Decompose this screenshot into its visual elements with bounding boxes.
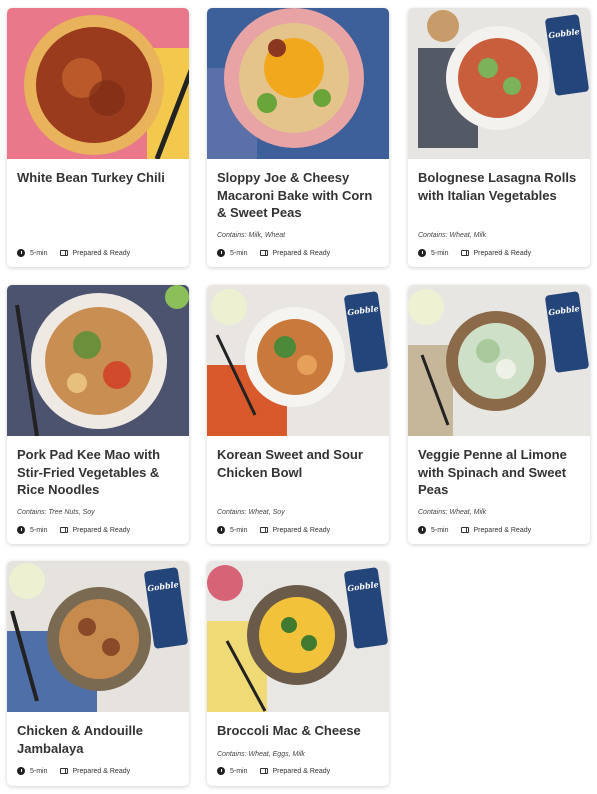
- meal-meta: 5-min Prepared & Ready: [217, 526, 330, 534]
- meal-card[interactable]: Gobble Veggie Penne al Limone with Spina…: [408, 285, 590, 544]
- clock-icon: [217, 249, 225, 257]
- meal-meta: 5-min Prepared & Ready: [217, 249, 330, 257]
- meal-card[interactable]: Pork Pad Kee Mao with Stir-Fried Vegetab…: [7, 285, 189, 544]
- meal-prep: Prepared & Ready: [272, 767, 331, 775]
- meal-allergens: Contains: Wheat, Milk: [418, 509, 487, 516]
- meal-image[interactable]: [7, 285, 189, 436]
- meal-image[interactable]: Gobble: [7, 561, 189, 712]
- meal-time: 5-min: [30, 249, 48, 257]
- meal-meta: 5-min Prepared & Ready: [17, 526, 130, 534]
- meal-allergens: Contains: Wheat, Soy: [217, 509, 285, 516]
- meal-prep-icon: [460, 250, 469, 256]
- meal-time: 5-min: [230, 249, 248, 257]
- clock-icon: [418, 526, 426, 534]
- meal-title: White Bean Turkey Chili: [17, 170, 165, 185]
- clock-icon: [217, 526, 225, 534]
- meal-prep-icon: [59, 250, 68, 256]
- meal-allergens: Contains: Milk, Wheat: [217, 232, 286, 239]
- meal-title: Korean Sweet and Sour Chicken Bowl: [217, 447, 363, 480]
- meal-image[interactable]: Gobble: [408, 8, 590, 159]
- meal-card[interactable]: Gobble Korean Sweet and Sour Chicken Bow…: [207, 285, 389, 544]
- meal-title: Broccoli Mac & Cheese: [217, 723, 361, 738]
- meal-meta: 5-min Prepared & Ready: [17, 767, 130, 775]
- meal-prep-icon: [460, 527, 469, 533]
- meal-prep-icon: [259, 527, 268, 533]
- meal-prep-icon: [59, 527, 68, 533]
- meal-time: 5-min: [230, 767, 248, 775]
- meal-title: Bolognese Lasagna Rolls with Italian Veg…: [418, 170, 577, 203]
- meal-card[interactable]: Sloppy Joe & Cheesy Macaroni Bake with C…: [207, 8, 389, 267]
- meal-prep: Prepared & Ready: [72, 526, 131, 534]
- clock-icon: [418, 249, 426, 257]
- meal-title: Pork Pad Kee Mao with Stir-Fried Vegetab…: [17, 447, 161, 497]
- meal-time: 5-min: [230, 526, 248, 534]
- meal-meta: 5-min Prepared & Ready: [418, 526, 531, 534]
- meal-time: 5-min: [431, 526, 449, 534]
- meal-time: 5-min: [431, 249, 449, 257]
- meal-image[interactable]: [207, 8, 389, 159]
- clock-icon: [17, 249, 25, 257]
- meal-card[interactable]: Gobble Chicken & Andouille Jambalaya 5-m…: [7, 561, 189, 786]
- meal-prep-icon: [59, 768, 68, 774]
- meal-title: Chicken & Andouille Jambalaya: [17, 723, 143, 756]
- meal-time: 5-min: [30, 526, 48, 534]
- meal-card[interactable]: Gobble Broccoli Mac & Cheese Contains: W…: [207, 561, 389, 786]
- meal-card[interactable]: Gobble Bolognese Lasagna Rolls with Ital…: [408, 8, 590, 267]
- meal-prep-icon: [259, 250, 268, 256]
- clock-icon: [17, 767, 25, 775]
- meal-image[interactable]: Gobble: [408, 285, 590, 436]
- meal-card[interactable]: White Bean Turkey Chili 5-min Prepared &…: [7, 8, 189, 267]
- meal-time: 5-min: [30, 767, 48, 775]
- meal-prep: Prepared & Ready: [272, 526, 331, 534]
- meal-meta: 5-min Prepared & Ready: [17, 249, 130, 257]
- meal-title: Sloppy Joe & Cheesy Macaroni Bake with C…: [217, 170, 373, 220]
- meal-allergens: Contains: Wheat, Milk: [418, 232, 487, 239]
- meal-image[interactable]: Gobble: [207, 561, 389, 712]
- meal-allergens: Contains: Wheat, Eggs, Milk: [217, 751, 305, 758]
- meal-allergens: Contains: Tree Nuts, Soy: [17, 509, 95, 516]
- clock-icon: [217, 767, 225, 775]
- meal-meta: 5-min Prepared & Ready: [217, 767, 330, 775]
- meal-prep: Prepared & Ready: [72, 767, 131, 775]
- meal-prep-icon: [259, 768, 268, 774]
- meal-image[interactable]: [7, 8, 189, 159]
- meal-prep: Prepared & Ready: [72, 249, 131, 257]
- meal-prep: Prepared & Ready: [473, 526, 532, 534]
- meal-prep: Prepared & Ready: [473, 249, 532, 257]
- clock-icon: [17, 526, 25, 534]
- meal-meta: 5-min Prepared & Ready: [418, 249, 531, 257]
- meal-image[interactable]: Gobble: [207, 285, 389, 436]
- meal-title: Veggie Penne al Limone with Spinach and …: [418, 447, 567, 497]
- meal-prep: Prepared & Ready: [272, 249, 331, 257]
